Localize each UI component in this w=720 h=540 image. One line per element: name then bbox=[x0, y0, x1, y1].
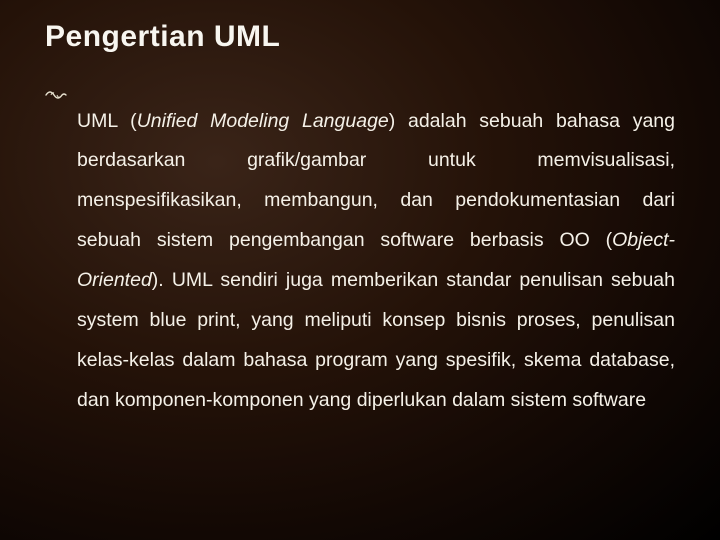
text-segment: ). UML sendiri juga memberikan standar p… bbox=[77, 269, 675, 411]
slide: Pengertian UML UML (Unified Modeling Lan… bbox=[0, 0, 720, 540]
vine-bullet-icon bbox=[45, 88, 67, 102]
body-block: UML (Unified Modeling Language) adalah s… bbox=[45, 82, 675, 441]
slide-title: Pengertian UML bbox=[45, 20, 675, 54]
text-italic-term: Unified Modeling Language bbox=[137, 110, 389, 132]
body-paragraph: UML (Unified Modeling Language) adalah s… bbox=[77, 102, 675, 422]
text-segment: UML ( bbox=[77, 110, 137, 132]
